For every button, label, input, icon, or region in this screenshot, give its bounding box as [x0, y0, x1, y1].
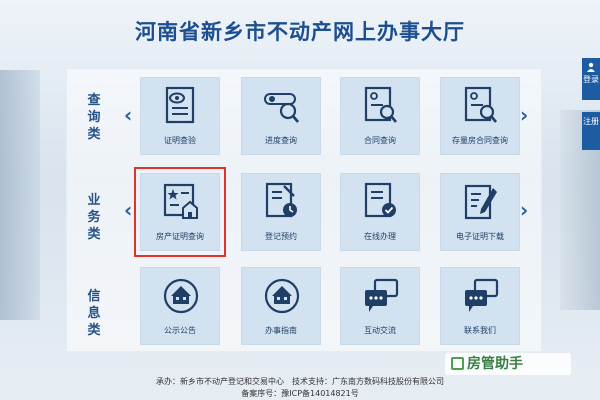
document-clock-icon — [265, 182, 297, 218]
document-check-icon — [364, 182, 396, 218]
tile-label: 联系我们 — [464, 326, 496, 335]
login-button[interactable]: 登录 — [582, 58, 600, 100]
register-button[interactable]: 注册 — [582, 112, 600, 150]
tile-existing-contract-query[interactable]: 存量房合同查询 — [440, 77, 520, 155]
tile-online-processing[interactable]: 在线办理 — [340, 173, 420, 251]
background-window-left — [0, 70, 40, 320]
house-sign-icon — [264, 278, 300, 314]
tile-contract-query[interactable]: 合同查询 — [340, 77, 420, 155]
document-search-icon — [364, 86, 397, 123]
tile-public-notice[interactable]: 公示公告 — [140, 267, 220, 345]
tile-label: 互动交流 — [364, 326, 396, 335]
document-pen-icon — [464, 184, 497, 220]
document-eye-icon — [165, 86, 195, 124]
chat-bubbles-icon — [365, 278, 399, 312]
tile-label: 在线办理 — [364, 232, 396, 241]
watermark-badge: 房管助手 — [445, 353, 571, 375]
tile-e-certificate-download[interactable]: 电子证明下载 — [440, 173, 520, 251]
tile-label: 公示公告 — [164, 326, 196, 335]
tile-progress-query[interactable]: 进度查询 — [241, 77, 321, 155]
tile-label: 登记预约 — [265, 232, 297, 241]
tile-property-certificate-query[interactable]: 房产证明查询 — [134, 167, 226, 257]
tile-registration-appointment[interactable]: 登记预约 — [241, 173, 321, 251]
qr-icon — [451, 357, 464, 370]
row2-prev-arrow[interactable]: ‹ — [124, 198, 132, 222]
category-info: 信息类 — [87, 289, 101, 338]
footer-credits: 承办：新乡市不动产登记和交易中心 技术支持：广东南方数码科技股份有限公司 — [156, 377, 444, 386]
tile-label: 房产证明查询 — [156, 232, 204, 241]
tile-label: 存量房合同查询 — [452, 136, 508, 145]
row1-prev-arrow[interactable]: ‹ — [124, 103, 132, 127]
certificate-house-icon — [163, 183, 198, 219]
document-search-icon — [464, 86, 497, 123]
user-icon — [587, 62, 595, 72]
tile-service-guide[interactable]: 办事指南 — [241, 267, 321, 345]
row1-next-arrow[interactable]: › — [520, 103, 528, 127]
tile-contact-us[interactable]: 联系我们 — [440, 267, 520, 345]
tile-certificate-verify[interactable]: 证明查验 — [140, 77, 220, 155]
toggle-search-icon — [264, 93, 299, 123]
category-query: 查询类 — [87, 93, 101, 142]
tile-label: 进度查询 — [265, 136, 297, 145]
tile-interaction[interactable]: 互动交流 — [340, 267, 420, 345]
category-business: 业务类 — [87, 193, 101, 242]
tile-label: 办事指南 — [265, 326, 297, 335]
tile-label: 电子证明下载 — [456, 232, 504, 241]
house-sign-icon — [163, 278, 199, 314]
tile-label: 证明查验 — [164, 136, 196, 145]
footer-icp: 备案序号：豫ICP备14014821号 — [241, 389, 359, 398]
tile-label: 合同查询 — [364, 136, 396, 145]
page-title: 河南省新乡市不动产网上办事大厅 — [135, 20, 465, 44]
row2-next-arrow[interactable]: › — [520, 198, 528, 222]
chat-bubbles-icon — [465, 278, 499, 312]
